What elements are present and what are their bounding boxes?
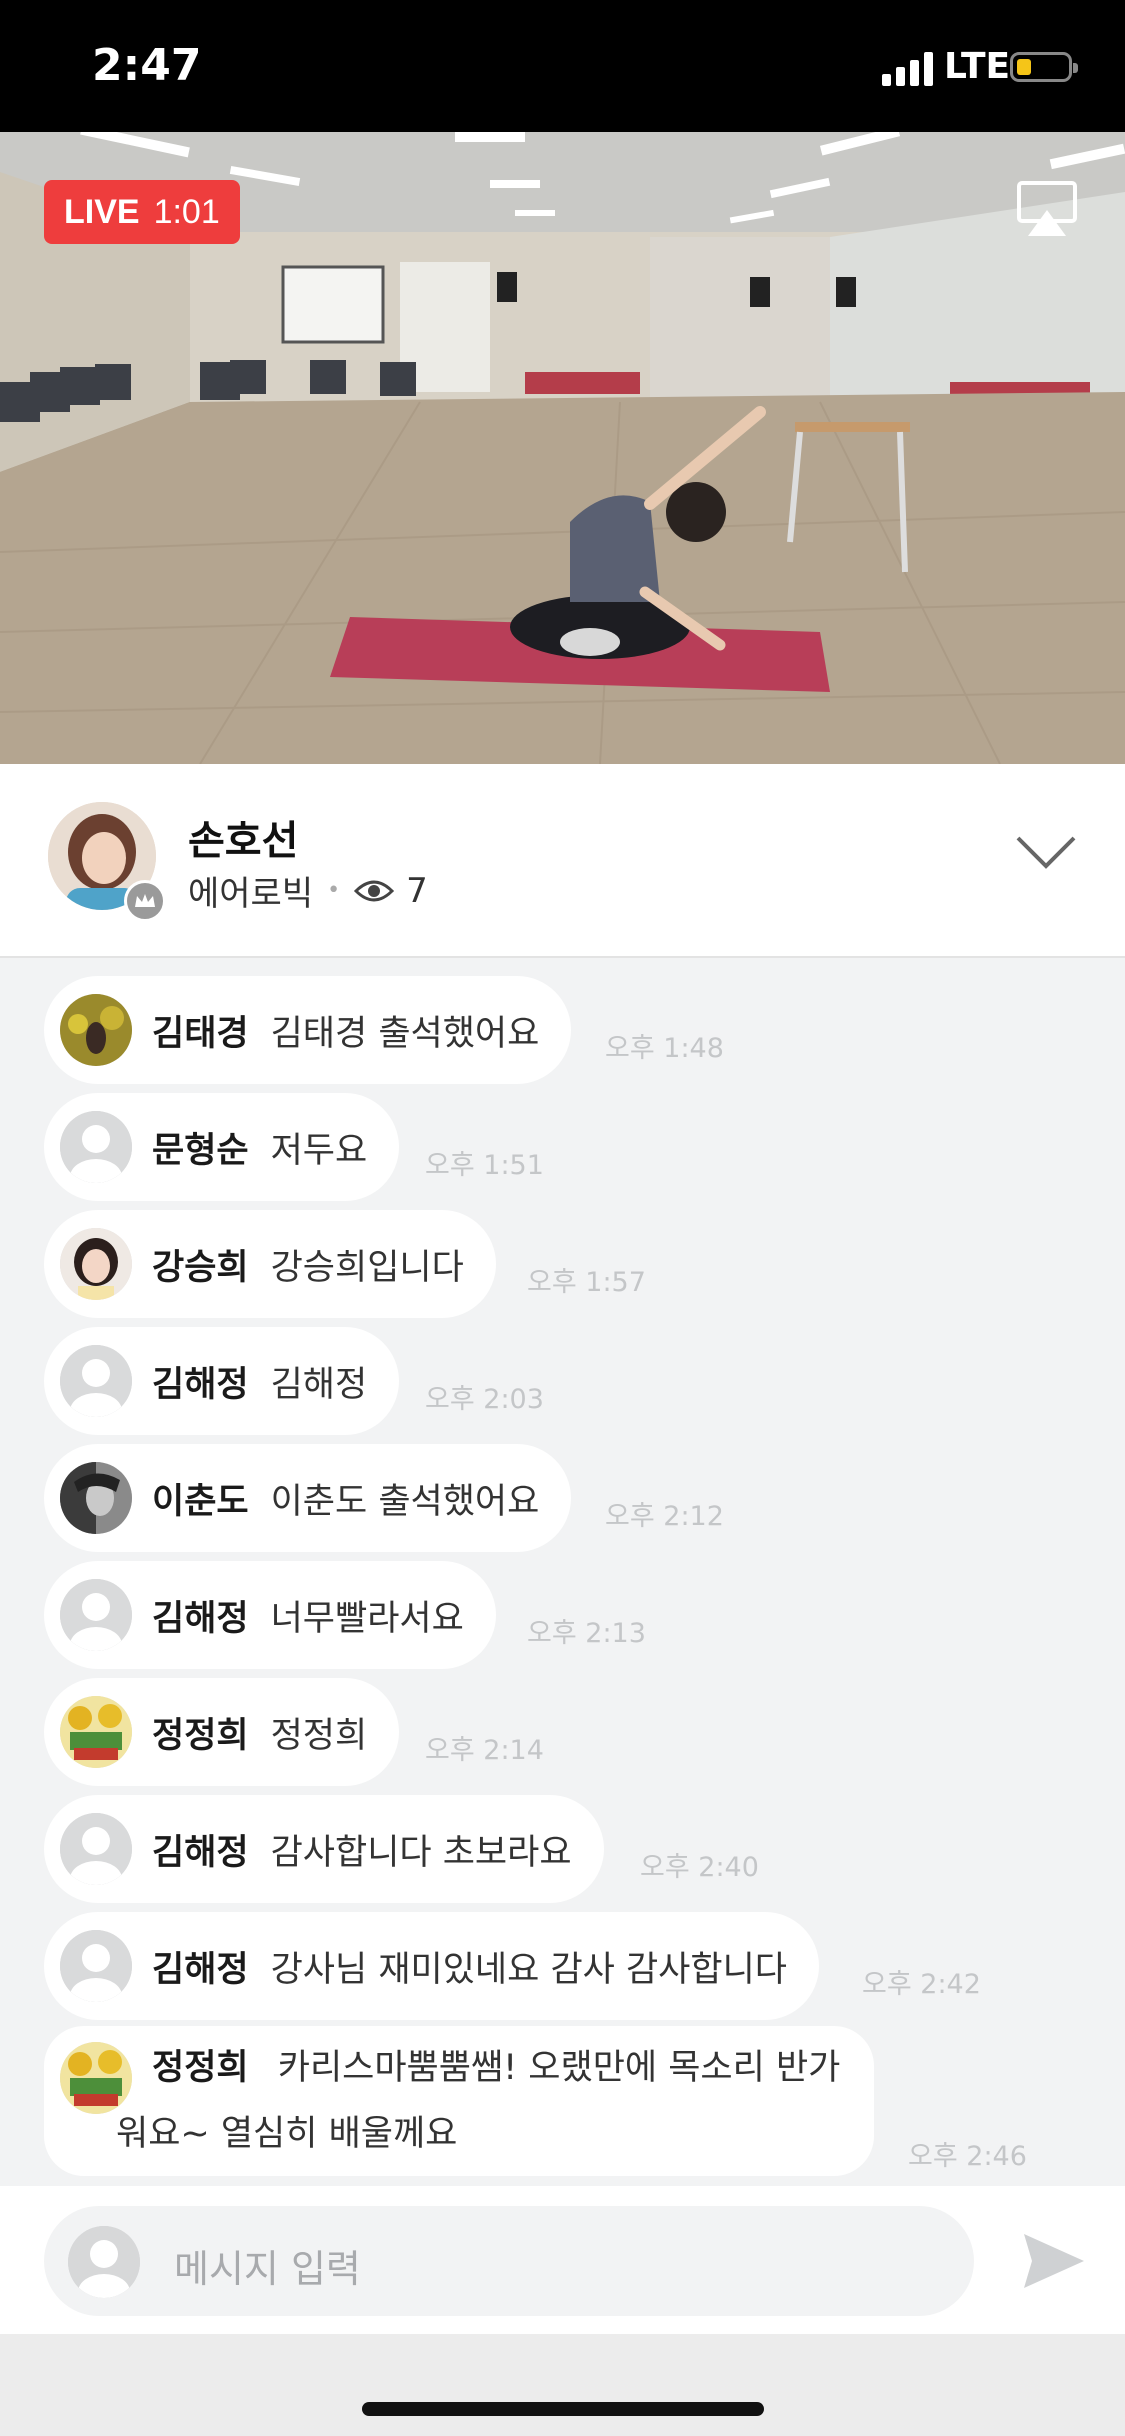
chat-timestamp: 오후 2:13 xyxy=(527,1618,646,1649)
chat-text: 정정희 xyxy=(270,1715,368,1756)
chat-text: 카리스마뿜뿜쌤! 오랬만에 목소리 반가 xyxy=(277,2048,841,2088)
clock: 2:47 xyxy=(92,40,202,91)
chat-text: 저두요 xyxy=(270,1130,368,1171)
chat-message: 김해정 감사합니다 초보라요 xyxy=(44,1795,604,1903)
chat-text: 김태경 출석했어요 xyxy=(270,1013,540,1054)
chat-message: 김태경 김태경 출석했어요 xyxy=(44,976,572,1084)
send-icon[interactable] xyxy=(1022,2232,1086,2290)
chat-message: 정정희 카리스마뿜뿜쌤! 오랬만에 목소리 반가 워요~ 열심히 배울께요 xyxy=(44,2026,875,2176)
chat-username: 김해정 xyxy=(152,1832,249,1873)
chat-text: 이춘도 출석했어요 xyxy=(270,1481,540,1522)
chat-message: 문형순 저두요 xyxy=(44,1093,400,1201)
chat-text: 너무빨라서요 xyxy=(270,1598,464,1639)
host-meta: 에어로빅 • 7 xyxy=(188,866,428,915)
user-avatar-default[interactable] xyxy=(60,1813,132,1885)
chat-message: 강승희 강승희입니다 xyxy=(44,1210,496,1318)
live-badge: LIVE 1:01 xyxy=(44,180,240,244)
chat-username: 문형순 xyxy=(152,1130,249,1171)
user-avatar[interactable] xyxy=(60,1696,132,1768)
user-avatar-default[interactable] xyxy=(60,1345,132,1417)
user-avatar-default[interactable] xyxy=(60,1111,132,1183)
chat-timestamp: 오후 2:03 xyxy=(425,1384,544,1415)
stream-category: 에어로빅 xyxy=(188,874,314,914)
host-name: 손호선 xyxy=(188,818,299,864)
user-avatar[interactable] xyxy=(60,1462,132,1534)
chat-timestamp: 오후 1:51 xyxy=(425,1150,544,1181)
home-indicator-area xyxy=(0,2334,1125,2436)
viewer-count: 7 xyxy=(406,870,428,911)
chat-username: 김태경 xyxy=(152,1013,249,1054)
live-elapsed-time: 1:01 xyxy=(153,192,220,231)
message-input[interactable]: 메시지 입력 xyxy=(44,2206,974,2316)
user-avatar-default[interactable] xyxy=(60,1579,132,1651)
live-video[interactable]: LIVE 1:01 xyxy=(0,132,1125,764)
message-input-bar: 메시지 입력 xyxy=(0,2186,1125,2334)
chat-text-continued: 워요~ 열심히 배울께요 xyxy=(116,2114,458,2154)
chat-text: 김해정 xyxy=(270,1364,368,1405)
chat-timestamp: 오후 2:12 xyxy=(605,1501,724,1532)
chat-timestamp: 오후 2:42 xyxy=(862,1969,981,2000)
chat-username: 정정희 xyxy=(152,2048,249,2088)
user-avatar[interactable] xyxy=(60,1228,132,1300)
crown-icon xyxy=(124,880,166,922)
chat-timestamp: 오후 1:57 xyxy=(527,1267,646,1298)
input-placeholder: 메시지 입력 xyxy=(174,2247,361,2291)
user-avatar[interactable] xyxy=(60,994,132,1066)
airplay-icon[interactable] xyxy=(1016,180,1078,238)
chat-username: 정정희 xyxy=(152,1715,249,1756)
signal-icon xyxy=(882,52,933,86)
eye-icon xyxy=(354,880,395,901)
chat-message: 이춘도 이춘도 출석했어요 xyxy=(44,1444,572,1552)
chat-username: 김해정 xyxy=(152,1364,249,1405)
chat-message: 김해정 김해정 xyxy=(44,1327,400,1435)
chat-timestamp: 오후 2:14 xyxy=(425,1735,544,1766)
chat-text: 강승희입니다 xyxy=(270,1247,464,1288)
chat-username: 김해정 xyxy=(152,1949,249,1990)
network-label: LTE xyxy=(944,46,1011,87)
chevron-down-icon[interactable] xyxy=(1014,832,1078,872)
chat-username: 강승희 xyxy=(152,1247,249,1288)
live-label: LIVE xyxy=(64,192,140,231)
separator-dot: • xyxy=(327,878,341,903)
status-bar: 2:47 LTE xyxy=(0,0,1125,132)
chat-message: 김해정 너무빨라서요 xyxy=(44,1561,496,1669)
chat-timestamp: 오후 2:40 xyxy=(640,1852,759,1883)
chat-timestamp: 오후 2:46 xyxy=(908,2141,1027,2172)
chat-timestamp: 오후 1:48 xyxy=(605,1033,724,1064)
chat-text: 감사합니다 초보라요 xyxy=(270,1832,572,1873)
battery-icon xyxy=(1010,52,1078,82)
my-avatar xyxy=(68,2226,140,2298)
chat-text: 강사님 재미있네요 감사 감사합니다 xyxy=(270,1949,787,1990)
home-indicator[interactable] xyxy=(362,2402,764,2416)
user-avatar-default[interactable] xyxy=(60,1930,132,2002)
chat-list[interactable]: 김태경 김태경 출석했어요 오후 1:48 문형순 저두요 오후 1:51 강승… xyxy=(0,958,1125,2186)
chat-message: 정정희 정정희 xyxy=(44,1678,400,1786)
chat-username: 이춘도 xyxy=(152,1481,249,1522)
user-avatar[interactable] xyxy=(60,2042,132,2114)
chat-message: 김해정 강사님 재미있네요 감사 감사합니다 xyxy=(44,1912,819,2020)
chat-username: 김해정 xyxy=(152,1598,249,1639)
streamer-header: 손호선 에어로빅 • 7 xyxy=(0,764,1125,958)
